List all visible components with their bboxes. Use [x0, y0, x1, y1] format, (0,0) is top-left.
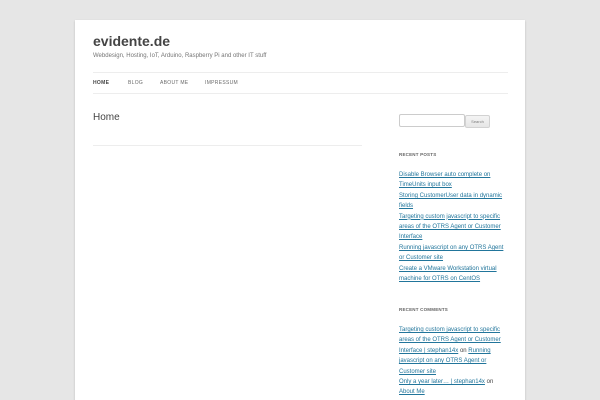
recent-post-link[interactable]: Create a VMware Workstation virtual mach… — [399, 266, 497, 282]
recent-comments-title: RECENT COMMENTS — [399, 307, 448, 312]
recent-post-link[interactable]: Targeting custom javascript to specific … — [399, 214, 501, 241]
comment-on-label: on — [459, 347, 467, 354]
list-item: Running javascript on any OTRS Agent or … — [399, 243, 509, 264]
recent-post-link[interactable]: Disable Browser auto complete on TimeUni… — [399, 172, 490, 188]
search-input[interactable] — [399, 114, 465, 127]
site-description: Webdesign, Hosting, IoT, Arduino, Raspbe… — [93, 53, 267, 59]
list-item: Storing CustomerUser data in dynamic fie… — [399, 191, 509, 212]
recent-posts-list: Disable Browser auto complete on TimeUni… — [399, 170, 509, 284]
search-button[interactable]: Search — [465, 115, 490, 128]
nav-item-home[interactable]: HOME — [93, 80, 109, 86]
nav-item-impressum[interactable]: IMPRESSUM — [205, 80, 238, 86]
main-navigation: HOME BLOG ABOUT ME IMPRESSUM — [93, 72, 508, 94]
list-item: Disable Browser auto complete on TimeUni… — [399, 170, 509, 191]
nav-item-about-me[interactable]: ABOUT ME — [160, 80, 188, 86]
nav-item-blog[interactable]: BLOG — [128, 80, 143, 86]
page-title: Home — [93, 112, 120, 123]
content-divider — [93, 145, 362, 146]
recent-comments-list: Targeting custom javascript to specific … — [399, 325, 509, 398]
list-item: Targeting custom javascript to specific … — [399, 212, 509, 243]
site-title[interactable]: evidente.de — [93, 33, 170, 50]
list-item: Targeting custom javascript to specific … — [399, 325, 509, 377]
list-item: Only a year later… | stephan14x on About… — [399, 377, 509, 398]
comment-post-link[interactable]: About Me — [399, 389, 425, 395]
recent-post-link[interactable]: Storing CustomerUser data in dynamic fie… — [399, 193, 502, 209]
comment-author-link[interactable]: Only a year later… | stephan14x — [399, 379, 485, 385]
recent-posts-title: RECENT POSTS — [399, 152, 437, 157]
recent-post-link[interactable]: Running javascript on any OTRS Agent or … — [399, 245, 503, 261]
comment-on-label: on — [486, 379, 494, 386]
page-container: evidente.de Webdesign, Hosting, IoT, Ard… — [75, 20, 525, 400]
list-item: Create a VMware Workstation virtual mach… — [399, 264, 509, 285]
